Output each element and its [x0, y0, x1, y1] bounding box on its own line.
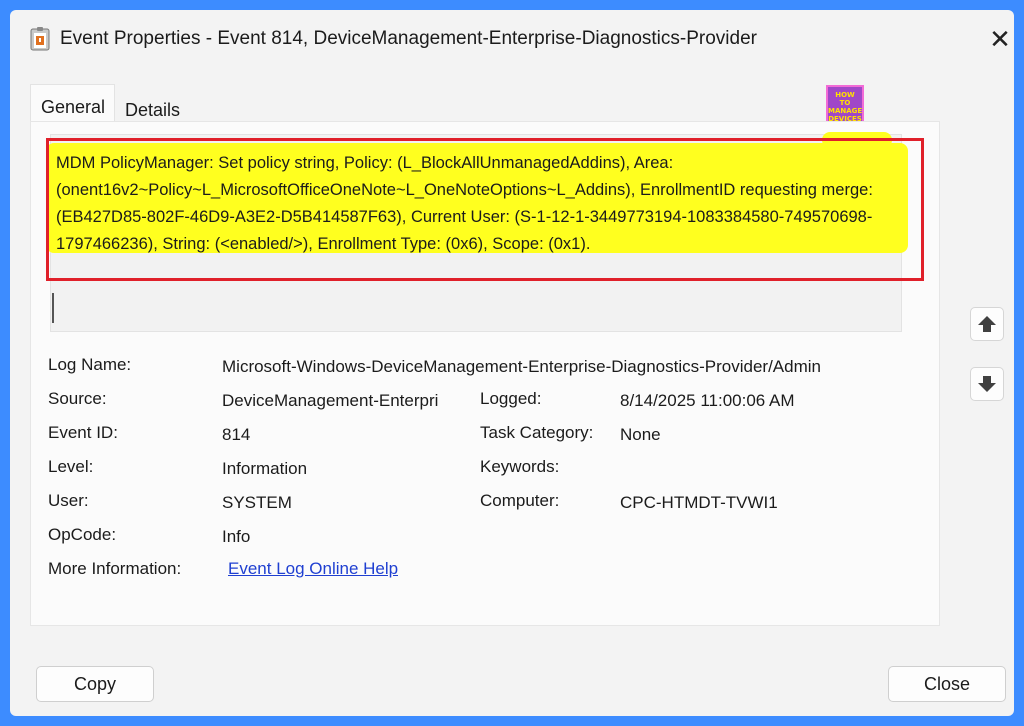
computer-label: Computer:: [480, 491, 560, 510]
close-button[interactable]: Close: [888, 666, 1006, 702]
close-icon[interactable]: ✕: [985, 24, 1015, 54]
user-value: SYSTEM: [222, 493, 292, 512]
logged-value: 8/14/2025 11:00:06 AM: [620, 391, 795, 410]
arrow-up-icon: [978, 316, 996, 332]
level-label: Level:: [48, 457, 94, 476]
source-label: Source:: [48, 389, 107, 408]
user-label: User:: [48, 491, 89, 510]
event-properties-window: Event Properties - Event 814, DeviceMana…: [10, 10, 1014, 716]
task-category-value: None: [620, 425, 661, 444]
level-value: Information: [222, 459, 308, 478]
logged-label: Logged:: [480, 389, 542, 408]
event-viewer-icon: [30, 27, 50, 51]
logo-text-2: TO: [839, 99, 851, 107]
tab-general[interactable]: General: [30, 84, 115, 122]
window-title: Event Properties - Event 814, DeviceMana…: [60, 28, 757, 49]
tab-details[interactable]: Details: [125, 100, 180, 121]
text-caret: [52, 293, 54, 323]
event-id-value: 814: [222, 425, 251, 444]
event-log-online-help-link[interactable]: Event Log Online Help: [228, 559, 398, 579]
computer-value: CPC-HTMDT-TVWI1: [620, 493, 778, 512]
source-value: DeviceManagement-Enterpri: [222, 391, 439, 410]
opcode-label: OpCode:: [48, 525, 117, 544]
how-to-manage-devices-logo: HOW TO MANAGE DEVICES: [826, 85, 864, 123]
event-id-label: Event ID:: [48, 423, 118, 442]
keywords-label: Keywords:: [480, 457, 560, 476]
previous-event-button[interactable]: [970, 307, 1004, 341]
copy-button[interactable]: Copy: [36, 666, 154, 702]
next-event-button[interactable]: [970, 367, 1004, 401]
log-name-label: Log Name:: [48, 355, 132, 374]
task-category-label: Task Category:: [480, 423, 594, 442]
logo-text-1: HOW: [835, 91, 855, 99]
more-information-label: More Information:: [48, 559, 182, 578]
logo-text-3: MANAGE: [828, 107, 863, 115]
log-name-value: Microsoft-Windows-DeviceManagement-Enter…: [222, 357, 821, 376]
arrow-down-icon: [978, 376, 996, 392]
title-bar: Event Properties - Event 814, DeviceMana…: [10, 10, 1014, 66]
opcode-value: Info: [222, 527, 251, 546]
annotation-red-box: [46, 138, 924, 281]
